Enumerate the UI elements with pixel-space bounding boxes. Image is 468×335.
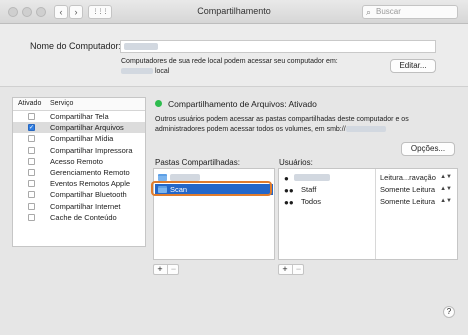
service-checkbox[interactable] (28, 180, 35, 188)
add-folder-button[interactable]: + (154, 265, 166, 274)
user-row-staff[interactable]: ●● Staff Somente Leitura ▲▼ (279, 184, 457, 195)
redacted-local-name (121, 68, 153, 75)
service-checkbox[interactable] (28, 113, 35, 120)
service-row[interactable]: Eventos Remotos Apple (13, 178, 145, 189)
add-user-button[interactable]: + (279, 265, 291, 274)
service-checkbox[interactable] (28, 157, 35, 165)
service-row[interactable]: Compartilhar Impressora (13, 145, 145, 156)
service-label: Compartilhar Arquivos (50, 123, 124, 133)
folders-add-remove: + − (153, 264, 179, 275)
service-label: Gerenciamento Remoto (50, 167, 130, 177)
redacted-user-name (294, 174, 330, 181)
permission-select[interactable]: Somente Leitura (380, 196, 435, 207)
user-name-staff: Staff (301, 185, 317, 194)
users-add-remove: + − (278, 264, 304, 275)
sharing-description: Outros usuários podem acessar as pastas … (155, 115, 455, 135)
service-label: Compartilhar Internet (50, 201, 121, 211)
service-row[interactable]: Cache de Conteúdo (13, 212, 145, 223)
service-label: Compartilhar Impressora (50, 145, 133, 155)
service-row[interactable]: ✓ Compartilhar Arquivos (13, 122, 145, 134)
permission-select[interactable]: Somente Leitura (380, 184, 435, 195)
computer-name-label: Nome do Computador: (30, 41, 122, 51)
group-icon: ●● (284, 186, 294, 195)
user-row-todos[interactable]: ●● Todos Somente Leitura ▲▼ (279, 196, 457, 207)
service-checkbox[interactable] (28, 135, 35, 143)
shared-folders-label: Pastas Compartilhadas: (155, 158, 240, 167)
help-button[interactable]: ? (443, 306, 455, 318)
edit-button[interactable]: Editar... (390, 59, 436, 73)
service-row[interactable]: Compartilhar Bluetooth (13, 189, 145, 200)
chevron-updown-icon: ▲▼ (440, 174, 452, 180)
service-label: Compartilhar Tela (50, 112, 109, 121)
users-permissions-list[interactable]: ● Leitura...ravação ▲▼ ●● Staff Somente … (278, 168, 458, 260)
service-checkbox[interactable] (28, 202, 35, 210)
user-row[interactable]: ● Leitura...ravação ▲▼ (279, 172, 457, 183)
description-line-2: administradores podem acessar todos os v… (155, 126, 346, 133)
service-label: Eventos Remotos Apple (50, 179, 131, 189)
header-enabled: Ativado (18, 100, 42, 107)
service-list-header: Ativado Serviço (13, 98, 145, 111)
computer-name-input[interactable] (120, 40, 436, 53)
service-row[interactable]: Acesso Remoto (13, 156, 145, 167)
service-checkbox[interactable] (28, 168, 35, 176)
help-line-2: local (154, 68, 170, 75)
status-indicator (155, 100, 162, 107)
sharing-status: Compartilhamento de Arquivos: Ativado (168, 99, 317, 109)
service-checkbox[interactable] (28, 213, 35, 221)
service-row[interactable]: Compartilhar Internet (13, 201, 145, 212)
users-label: Usuários: (279, 158, 313, 167)
search-placeholder: Buscar (376, 7, 401, 16)
permission-select[interactable]: Leitura...ravação (380, 172, 436, 183)
service-row[interactable]: Compartilhar Tela (13, 111, 145, 122)
service-row[interactable]: Compartilhar Mídia (13, 133, 145, 144)
title-bar: ‹ › ⋮⋮⋮ Compartilhamento ⌕ Buscar (0, 0, 468, 24)
redacted-smb-address (345, 126, 386, 133)
service-label: Cache de Conteúdo (50, 212, 117, 222)
computer-address-help: Computadores de sua rede local podem ace… (121, 57, 338, 77)
chevron-updown-icon: ▲▼ (440, 186, 452, 192)
selection-highlight (151, 181, 272, 196)
search-icon: ⌕ (366, 7, 372, 17)
folder-icon (158, 174, 167, 181)
description-line-1: Outros usuários podem acessar as pastas … (155, 116, 409, 123)
user-name-todos: Todos (301, 197, 322, 206)
remove-user-button[interactable]: − (292, 265, 304, 274)
group-icon: ●● (284, 198, 294, 207)
service-checkbox[interactable] (28, 191, 35, 199)
search-field[interactable]: ⌕ Buscar (362, 5, 458, 19)
help-line-1: Computadores de sua rede local podem ace… (121, 58, 338, 65)
user-icon: ● (284, 174, 289, 183)
service-row[interactable]: Gerenciamento Remoto (13, 167, 145, 178)
redacted-folder-name (170, 174, 200, 181)
service-checkbox[interactable]: ✓ (28, 124, 35, 132)
service-list[interactable]: Ativado Serviço Compartilhar Tela ✓ Compar… (12, 97, 146, 247)
chevron-updown-icon: ▲▼ (440, 198, 452, 204)
redacted-computer-name (124, 43, 158, 51)
service-label: Compartilhar Mídia (50, 134, 114, 144)
options-button[interactable]: Opções... (401, 142, 455, 156)
remove-folder-button[interactable]: − (167, 265, 179, 274)
service-checkbox[interactable] (28, 146, 35, 154)
header-service: Serviço (50, 100, 74, 107)
service-label: Compartilhar Bluetooth (50, 190, 127, 200)
service-label: Acesso Remoto (50, 156, 103, 166)
